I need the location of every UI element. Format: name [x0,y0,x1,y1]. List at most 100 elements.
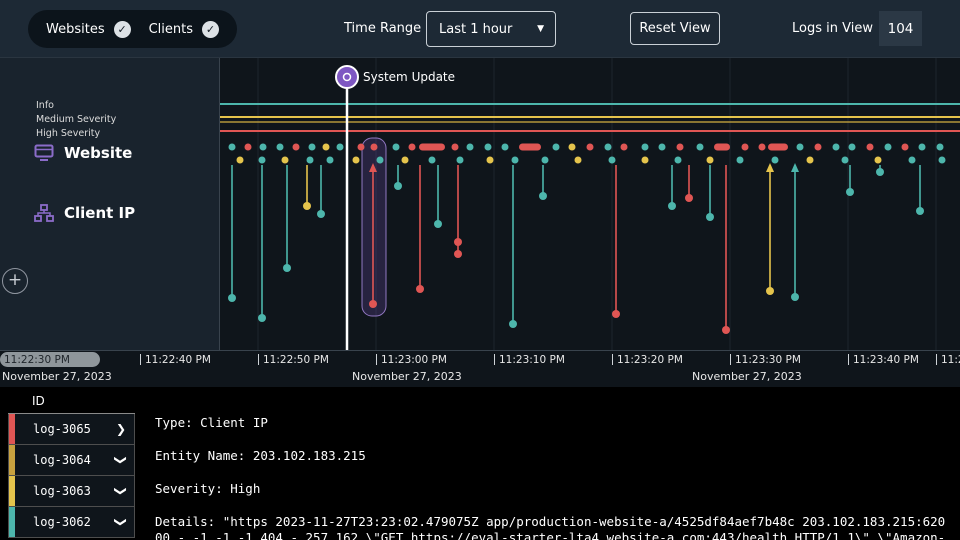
chevron-down-icon[interactable]: ❯ [114,455,128,465]
event-dot[interactable] [277,144,284,151]
event-cluster-pill[interactable] [714,144,730,151]
table-row[interactable]: log-3065❯ [8,414,135,445]
event-dot[interactable] [369,300,377,308]
event-dot[interactable] [402,157,409,164]
toggle-websites[interactable]: Websites ✓ [46,21,131,38]
event-dot[interactable] [457,157,464,164]
event-dot[interactable] [791,293,799,301]
event-dot[interactable] [309,144,316,151]
event-dot[interactable] [393,144,400,151]
event-dot[interactable] [429,157,436,164]
event-dot[interactable] [642,157,649,164]
event-cluster-pill[interactable] [419,144,445,151]
event-dot[interactable] [317,210,325,218]
event-dot[interactable] [237,157,244,164]
event-dot[interactable] [454,238,462,246]
event-dot[interactable] [258,314,266,322]
event-dot[interactable] [677,144,684,151]
event-dot[interactable] [327,157,334,164]
event-dot[interactable] [542,157,549,164]
event-dot[interactable] [797,144,804,151]
event-dot[interactable] [902,144,909,151]
event-dot[interactable] [685,194,693,202]
event-dot[interactable] [815,144,822,151]
event-dot[interactable] [807,157,814,164]
event-dot[interactable] [642,144,649,151]
event-dot[interactable] [416,285,424,293]
event-dot[interactable] [434,220,442,228]
event-dot[interactable] [502,144,509,151]
event-dot[interactable] [772,157,779,164]
event-dot[interactable] [452,144,459,151]
event-dot[interactable] [737,157,744,164]
event-dot[interactable] [358,144,365,151]
event-dot[interactable] [659,144,666,151]
sidebar-entity-client-ip[interactable]: Client IP [34,204,135,222]
chevron-down-icon[interactable]: ❯ [114,486,128,496]
timeline-chart[interactable]: System Update [220,58,960,350]
event-dot[interactable] [697,144,704,151]
event-dot[interactable] [722,326,730,334]
event-dot[interactable] [668,202,676,210]
event-dot[interactable] [867,144,874,151]
event-dot[interactable] [605,144,612,151]
event-dot[interactable] [742,144,749,151]
event-dot[interactable] [371,144,378,151]
event-dot[interactable] [282,157,289,164]
timeline-canvas[interactable]: System Update [220,58,960,350]
event-dot[interactable] [509,320,517,328]
event-dot[interactable] [706,213,714,221]
table-row[interactable]: log-3063❯ [8,476,135,507]
event-dot[interactable] [259,157,266,164]
event-dot[interactable] [303,202,311,210]
table-row[interactable]: log-3062❯ [8,507,135,538]
event-dot[interactable] [575,157,582,164]
event-dot[interactable] [885,144,892,151]
event-dot[interactable] [759,144,766,151]
event-dot[interactable] [337,144,344,151]
event-dot[interactable] [766,287,774,295]
selection-highlight[interactable] [362,138,386,316]
event-dot[interactable] [587,144,594,151]
event-dot[interactable] [353,157,360,164]
event-dot[interactable] [409,144,416,151]
event-dot[interactable] [293,144,300,151]
event-dot[interactable] [939,157,946,164]
event-cluster-pill[interactable] [768,144,788,151]
event-cluster-pill[interactable] [519,144,541,151]
chevron-right-icon[interactable]: ❯ [116,422,126,436]
event-dot[interactable] [621,144,628,151]
sidebar-entity-website[interactable]: Website [34,144,132,162]
event-dot[interactable] [875,157,882,164]
event-dot[interactable] [467,144,474,151]
event-dot[interactable] [707,157,714,164]
event-dot[interactable] [487,157,494,164]
event-dot[interactable] [485,144,492,151]
event-dot[interactable] [846,188,854,196]
event-dot[interactable] [849,144,856,151]
event-dot[interactable] [539,192,547,200]
event-dot[interactable] [307,157,314,164]
time-range-select[interactable]: Last 1 hour ▼ [426,11,556,47]
event-dot[interactable] [260,144,267,151]
event-dot[interactable] [609,157,616,164]
event-dot[interactable] [228,294,236,302]
event-dot[interactable] [916,207,924,215]
event-dot[interactable] [842,157,849,164]
reset-view-button[interactable]: Reset View [630,12,720,45]
add-entity-button[interactable]: + [2,268,28,294]
event-dot[interactable] [675,157,682,164]
event-dot[interactable] [612,310,620,318]
event-dot[interactable] [394,182,402,190]
event-dot[interactable] [919,144,926,151]
toggle-clients[interactable]: Clients ✓ [149,21,219,38]
event-dot[interactable] [833,144,840,151]
event-dot[interactable] [454,250,462,258]
event-dot[interactable] [377,157,384,164]
event-dot[interactable] [512,157,519,164]
event-dot[interactable] [229,144,236,151]
event-dot[interactable] [323,144,330,151]
event-dot[interactable] [283,264,291,272]
event-dot[interactable] [876,168,884,176]
system-update-marker-icon[interactable] [336,66,358,88]
